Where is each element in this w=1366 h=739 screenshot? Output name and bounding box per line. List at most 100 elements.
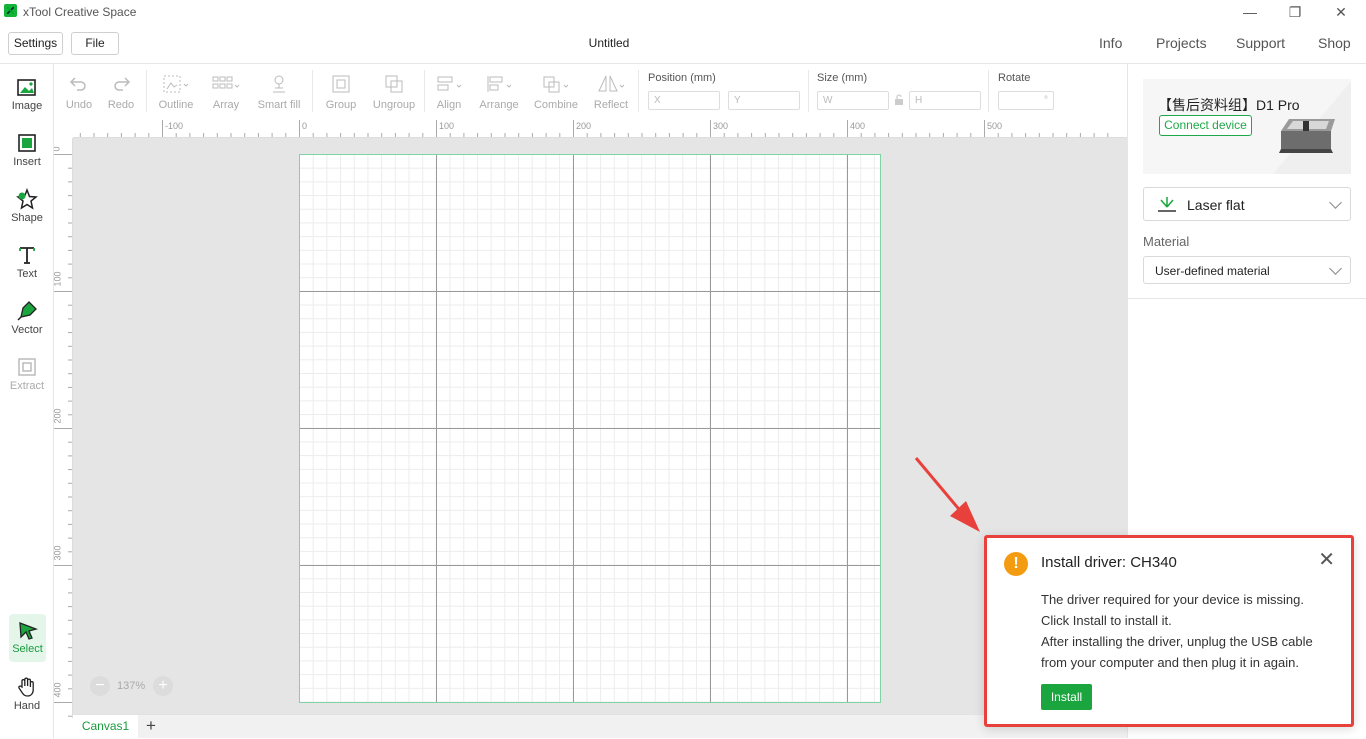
- toolbar-divider: [146, 70, 147, 112]
- zoom-control: − 137% +: [90, 676, 178, 698]
- redo-button[interactable]: Redo: [106, 64, 136, 120]
- zoom-out-button[interactable]: −: [90, 676, 110, 696]
- canvas-area[interactable]: [73, 138, 1127, 714]
- size-w-input[interactable]: W: [817, 91, 889, 110]
- tool-select[interactable]: Select: [9, 614, 46, 662]
- ruler-label: -100: [165, 121, 184, 131]
- material-value: User-defined material: [1155, 264, 1270, 278]
- dialog-message-line: The driver required for your device is m…: [1041, 592, 1304, 607]
- ruler-label: 400: [54, 682, 63, 698]
- support-link[interactable]: Support: [1236, 35, 1285, 51]
- restore-button[interactable]: ❐: [1285, 2, 1305, 22]
- ungroup-button[interactable]: Ungroup: [370, 64, 418, 120]
- position-label: Position (mm): [648, 72, 716, 84]
- work-area-grid[interactable]: [299, 154, 881, 703]
- ruler-ticks: [79, 120, 1109, 137]
- smart-fill-icon: [273, 75, 285, 93]
- toolbar-divider: [808, 70, 809, 112]
- horizontal-ruler: -100 0 100 200 300 400 500: [73, 120, 1127, 138]
- ruler-label: 100: [439, 121, 455, 131]
- rotate-input[interactable]: °: [998, 91, 1054, 110]
- install-button[interactable]: Install: [1041, 684, 1092, 710]
- text-icon: [19, 247, 35, 264]
- outline-icon: [163, 75, 189, 93]
- image-icon: [17, 79, 36, 96]
- tool-insert[interactable]: Insert: [0, 120, 54, 172]
- canvas-tab-bar: Canvas1 +: [73, 714, 1127, 739]
- redo-icon: [114, 77, 131, 91]
- minimize-button[interactable]: —: [1240, 2, 1260, 22]
- panel-divider: [1128, 298, 1366, 299]
- ruler-label: 0: [54, 146, 62, 151]
- title-bar: xTool Creative Space — ❐ ✕: [0, 0, 1366, 24]
- connect-device-button[interactable]: Connect device: [1159, 115, 1252, 136]
- file-button[interactable]: File: [71, 32, 119, 55]
- tool-shape[interactable]: Shape: [0, 176, 54, 228]
- tab-canvas1[interactable]: Canvas1: [73, 715, 138, 739]
- dialog-message-line: After installing the driver, unplug the …: [1041, 634, 1313, 649]
- smart-fill-button[interactable]: Smart fill: [256, 64, 302, 120]
- ruler-label: 100: [54, 271, 63, 287]
- reflect-button[interactable]: Reflect: [592, 64, 630, 120]
- shop-link[interactable]: Shop: [1318, 35, 1351, 51]
- lock-ratio-icon[interactable]: [894, 94, 904, 106]
- outline-button[interactable]: Outline: [156, 64, 196, 120]
- ungroup-icon: [385, 75, 403, 93]
- add-canvas-button[interactable]: +: [143, 716, 159, 736]
- laser-device-image: [1279, 119, 1335, 153]
- close-icon[interactable]: ✕: [1318, 550, 1335, 570]
- zoom-level: 137%: [117, 680, 146, 692]
- combine-button[interactable]: Combine: [532, 64, 580, 120]
- ruler-ticks: [54, 154, 72, 717]
- group-button[interactable]: Group: [324, 64, 358, 120]
- vertical-ruler: 0 100 200 300 400: [54, 138, 73, 718]
- warning-icon: !: [1004, 552, 1028, 576]
- size-label: Size (mm): [817, 72, 868, 84]
- device-card: 【售后资料组】D1 Pro Connect device: [1143, 79, 1351, 174]
- reflect-icon: [598, 75, 625, 92]
- undo-button[interactable]: Undo: [64, 64, 94, 120]
- edit-toolbar: Undo Redo Outline Array Smart fill Group…: [54, 64, 1126, 120]
- tool-vector[interactable]: Vector: [0, 288, 54, 340]
- install-driver-dialog: ! Install driver: CH340 ✕ The driver req…: [984, 535, 1354, 727]
- settings-button[interactable]: Settings: [8, 32, 63, 55]
- zoom-in-button[interactable]: +: [153, 676, 173, 696]
- ruler-label: 0: [302, 121, 308, 131]
- ruler-corner: [54, 120, 73, 138]
- processing-mode-select[interactable]: Laser flat: [1143, 187, 1351, 221]
- ruler-label: 200: [54, 408, 63, 424]
- info-link[interactable]: Info: [1099, 35, 1122, 51]
- arrange-button[interactable]: Arrange: [478, 64, 520, 120]
- close-window-button[interactable]: ✕: [1331, 2, 1351, 22]
- laser-flat-icon: [1158, 197, 1176, 212]
- toolbar-divider: [312, 70, 313, 112]
- group-icon: [332, 75, 350, 93]
- dialog-message-line: from your computer and then plug it in a…: [1041, 655, 1299, 670]
- app-title: xTool Creative Space: [23, 5, 137, 19]
- combine-icon: [543, 76, 569, 93]
- tool-text[interactable]: Text: [0, 232, 54, 284]
- insert-icon: [18, 134, 36, 152]
- app-logo-icon: [4, 4, 17, 17]
- tool-image[interactable]: Image: [0, 64, 54, 116]
- projects-link[interactable]: Projects: [1156, 35, 1207, 51]
- document-title: Untitled: [588, 36, 630, 50]
- align-icon: [437, 76, 462, 91]
- extract-icon: [18, 358, 36, 376]
- array-button[interactable]: Array: [208, 64, 244, 120]
- tool-hand[interactable]: Hand: [0, 664, 54, 716]
- chevron-down-icon: [1329, 196, 1342, 209]
- vector-pen-icon: [17, 301, 37, 321]
- size-h-input[interactable]: H: [909, 91, 981, 110]
- dialog-title: Install driver: CH340: [1041, 554, 1177, 571]
- processing-mode-value: Laser flat: [1187, 197, 1245, 213]
- position-x-input[interactable]: X: [648, 91, 720, 110]
- shape-icon: [16, 188, 38, 210]
- tool-extract[interactable]: Extract: [0, 344, 54, 396]
- select-cursor-icon: [18, 622, 38, 640]
- menu-bar: Settings File Untitled Info Projects Sup…: [0, 24, 1366, 64]
- material-select[interactable]: User-defined material: [1143, 256, 1351, 284]
- position-y-input[interactable]: Y: [728, 91, 800, 110]
- ruler-label: 400: [850, 121, 866, 131]
- align-button[interactable]: Align: [432, 64, 466, 120]
